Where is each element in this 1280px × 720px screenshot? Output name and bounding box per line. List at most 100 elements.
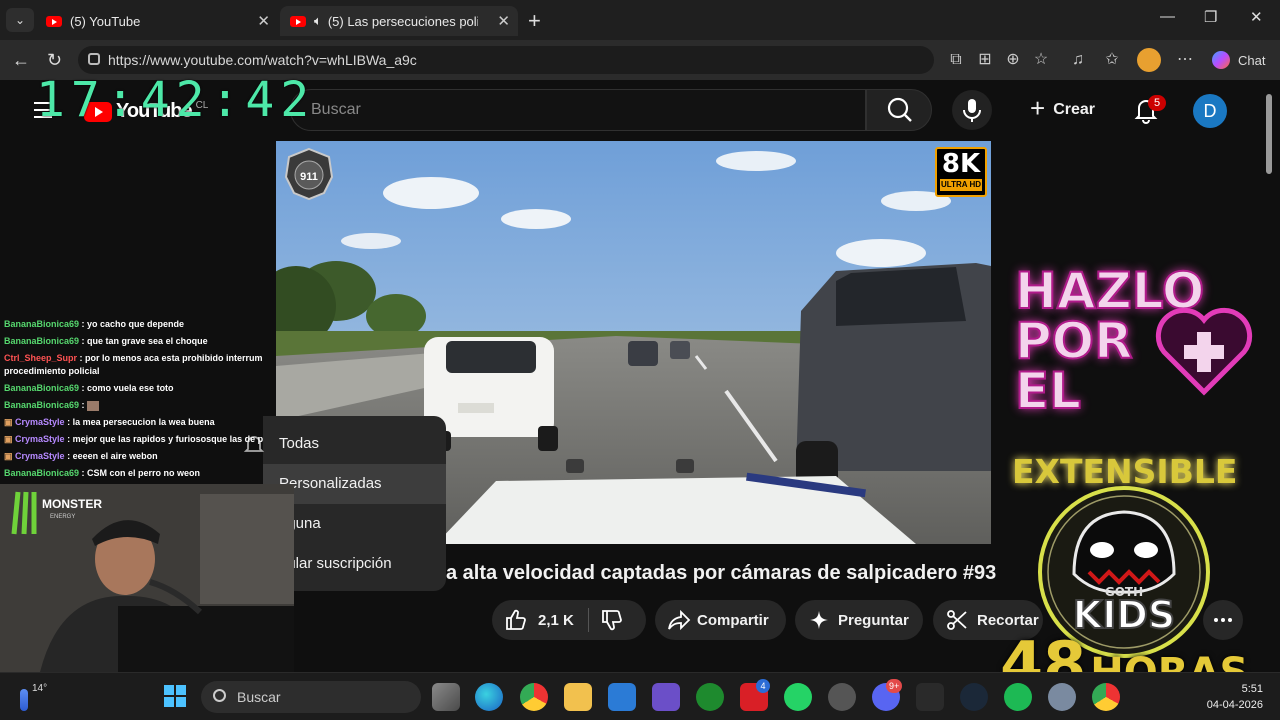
account-avatar[interactable]: D (1193, 94, 1227, 128)
settings-gear-icon[interactable] (1048, 683, 1076, 711)
chat-username: CrymaStyle (15, 434, 65, 444)
speaker-icon[interactable]: 🔈︎ (314, 13, 322, 29)
edge-browser-icon[interactable] (475, 683, 503, 711)
terminal-icon[interactable] (916, 683, 944, 711)
like-count: 2,1 K (538, 611, 574, 629)
chat-badge-icon: ▣ (4, 451, 13, 461)
chat-text: eeeen el aire webon (72, 451, 158, 461)
mail-badge: 4 (756, 679, 770, 693)
scrollbar-thumb[interactable] (1266, 94, 1272, 174)
chrome-icon[interactable] (520, 683, 548, 711)
share-button[interactable]: Compartir (655, 600, 786, 640)
chat-username: BananaBionica69 (4, 468, 80, 478)
chat-message: BananaBionica69 : (0, 397, 266, 414)
address-bar[interactable]: https://www.youtube.com/watch?v=whLIBWa_… (78, 46, 934, 74)
temperature: 14° (32, 683, 48, 694)
ultra-hd-label: ULTRA HD (940, 179, 982, 191)
dislike-button[interactable] (600, 608, 624, 636)
tab-youtube-home[interactable]: (5) YouTube ✕ (36, 6, 278, 36)
like-dislike-group: 2,1 K (492, 600, 646, 640)
clip-label: Recortar (977, 611, 1039, 629)
tab-title: (5) YouTube (70, 13, 141, 29)
chat-message: BananaBionica69 : como vuela ese toto (4, 383, 174, 393)
back-button[interactable]: ← (12, 50, 30, 70)
spotify-icon[interactable] (1004, 683, 1032, 711)
like-button[interactable]: 2,1 K (492, 600, 588, 640)
chat-message: BananaBionica69 : CSM con el perro no we… (4, 468, 201, 478)
task-view-icon[interactable] (432, 683, 460, 711)
energy-text: ENERGY (50, 514, 75, 520)
file-explorer-icon[interactable] (564, 683, 592, 711)
obs-icon[interactable] (828, 683, 856, 711)
browser-profile-avatar[interactable] (1137, 48, 1161, 72)
emote-icon (87, 400, 100, 411)
chat-message: BananaBionica69 : yo cacho que depende (4, 319, 185, 329)
browser-tab-bar: ⌄ (5) YouTube ✕ 🔈︎ (5) Las persecuciones… (0, 0, 1280, 40)
thumbs-down-icon (602, 610, 622, 631)
chat-text: yo cacho que depende (87, 319, 185, 329)
thumbs-up-icon (506, 609, 526, 630)
8k-ultra-hd-badge: 8K ULTRA HD (935, 147, 987, 197)
8k-label: 8K (941, 149, 981, 179)
app-available-icon[interactable]: ⊞ (975, 50, 995, 70)
police-badge-logo: 911 (284, 147, 334, 201)
chat-username: CrymaStyle (15, 417, 65, 427)
youtube-favicon-icon (46, 15, 62, 27)
microphone-icon (963, 99, 981, 122)
copilot-vision-icon[interactable]: ⧉ (946, 50, 966, 70)
start-button[interactable] (164, 685, 186, 707)
like-divider (588, 608, 589, 632)
heart-plus-icon (1155, 307, 1253, 396)
taskbar-search[interactable]: Buscar (201, 681, 421, 713)
chat-message: ▣ CrymaStyle : la mea persecucion la wea… (4, 417, 215, 427)
chat-username: BananaBionica69 (4, 336, 80, 346)
new-tab-button[interactable]: + (528, 8, 541, 34)
close-tab-icon[interactable]: ✕ (497, 12, 510, 30)
search-button[interactable] (866, 89, 932, 131)
site-info-icon[interactable] (88, 53, 100, 65)
search-input[interactable]: Buscar (290, 89, 866, 131)
close-window-button[interactable]: ✕ (1250, 8, 1263, 26)
menu-item-all[interactable]: Todas (263, 424, 446, 464)
chat-message: BananaBionica69 : que tan grave sea el c… (4, 336, 208, 346)
clock-time: 5:51 (1241, 683, 1263, 695)
reload-button[interactable]: ↻ (47, 50, 62, 70)
chat-badge-icon: ▣ (4, 434, 13, 444)
steam-icon[interactable] (960, 683, 988, 711)
whatsapp-icon[interactable] (784, 683, 812, 711)
favorite-star-icon[interactable]: ☆ (1031, 50, 1051, 70)
search-icon (887, 97, 912, 122)
ask-button[interactable]: Preguntar (795, 600, 923, 640)
copilot-chat-button[interactable]: Chat (1206, 48, 1271, 72)
windows-taskbar: 14° Buscar 4 9+ 5:51 04-04-2026 (0, 672, 1280, 720)
notification-count-badge: 5 (1148, 95, 1166, 111)
more-menu-icon[interactable]: ⋯ (1175, 50, 1195, 70)
chat-message: Ctrl_Sheep_Supr : por lo menos aca esta … (4, 353, 263, 376)
minimize-window-button[interactable]: — (1160, 8, 1175, 25)
search-placeholder: Buscar (311, 101, 361, 118)
page-scrollbar[interactable] (1265, 80, 1273, 672)
system-clock[interactable]: 5:51 04-04-2026 (1199, 681, 1263, 713)
zoom-icon[interactable]: ⊕ (1003, 50, 1023, 70)
create-button[interactable]: + Crear (1022, 90, 1109, 130)
chrome-profile-icon[interactable] (1092, 683, 1120, 711)
close-tab-icon[interactable]: ✕ (257, 12, 270, 30)
chat-text: que tan grave sea el choque (87, 336, 208, 346)
music-icon[interactable]: ♫ (1068, 50, 1088, 70)
chat-text-cont: procedimiento policial (4, 366, 100, 376)
chat-username: BananaBionica69 (4, 383, 80, 393)
maximize-window-button[interactable]: ❐ (1204, 8, 1217, 26)
scissors-icon (947, 610, 967, 630)
xbox-icon[interactable] (696, 683, 724, 711)
microsoft-store-icon[interactable] (608, 683, 636, 711)
chat-username: CrymaStyle (15, 451, 65, 461)
voice-search-button[interactable] (952, 90, 992, 130)
share-label: Compartir (697, 611, 769, 629)
favorites-icon[interactable]: ✩ (1102, 50, 1122, 70)
chat-text: como vuela ese toto (87, 383, 174, 393)
youtube-favicon-icon (290, 15, 306, 27)
video-title: a alta velocidad captadas por cámaras de… (446, 562, 997, 584)
app-hexagon-icon[interactable] (652, 683, 680, 711)
tab-actions-menu-button[interactable]: ⌄ (6, 8, 34, 32)
tab-video-active[interactable]: 🔈︎ (5) Las persecuciones policiale ✕ (280, 6, 518, 36)
